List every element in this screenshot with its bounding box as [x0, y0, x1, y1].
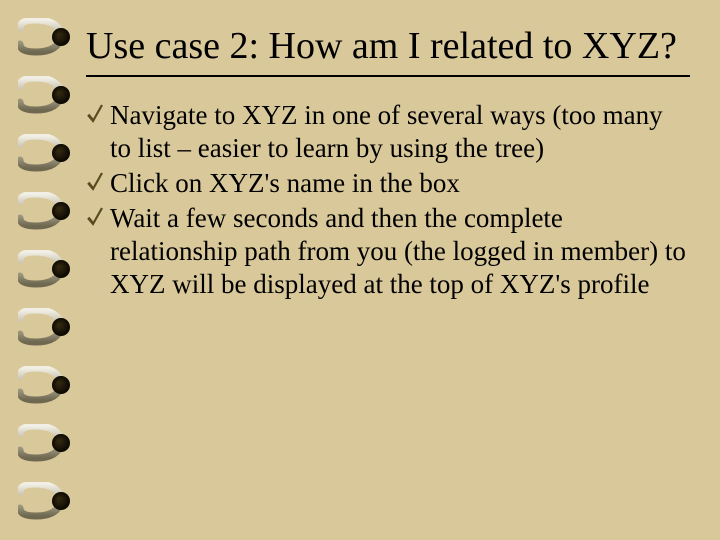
binder-ring	[18, 250, 68, 288]
binder-ring	[18, 366, 68, 404]
binder-ring	[18, 308, 68, 346]
binder-ring	[18, 134, 68, 172]
checkmark-icon	[86, 103, 104, 125]
bullet-list: Navigate to XYZ in one of several ways (…	[86, 99, 690, 301]
bullet-text: Wait a few seconds and then the complete…	[110, 203, 686, 299]
binder-ring	[18, 482, 68, 520]
bullet-item: Click on XYZ's name in the box	[86, 167, 690, 200]
slide-title: Use case 2: How am I related to XYZ?	[86, 24, 690, 69]
bullet-item: Navigate to XYZ in one of several ways (…	[86, 99, 690, 165]
slide-content: Use case 2: How am I related to XYZ? Nav…	[86, 24, 690, 302]
binder-rings	[0, 0, 68, 540]
binder-ring	[18, 18, 68, 56]
bullet-text: Click on XYZ's name in the box	[110, 168, 460, 198]
slide: Use case 2: How am I related to XYZ? Nav…	[0, 0, 720, 540]
binder-ring	[18, 192, 68, 230]
bullet-text: Navigate to XYZ in one of several ways (…	[110, 100, 663, 163]
bullet-item: Wait a few seconds and then the complete…	[86, 202, 690, 301]
title-rule	[86, 75, 690, 77]
binder-ring	[18, 76, 68, 114]
checkmark-icon	[86, 171, 104, 193]
checkmark-icon	[86, 206, 104, 228]
binder-ring	[18, 424, 68, 462]
